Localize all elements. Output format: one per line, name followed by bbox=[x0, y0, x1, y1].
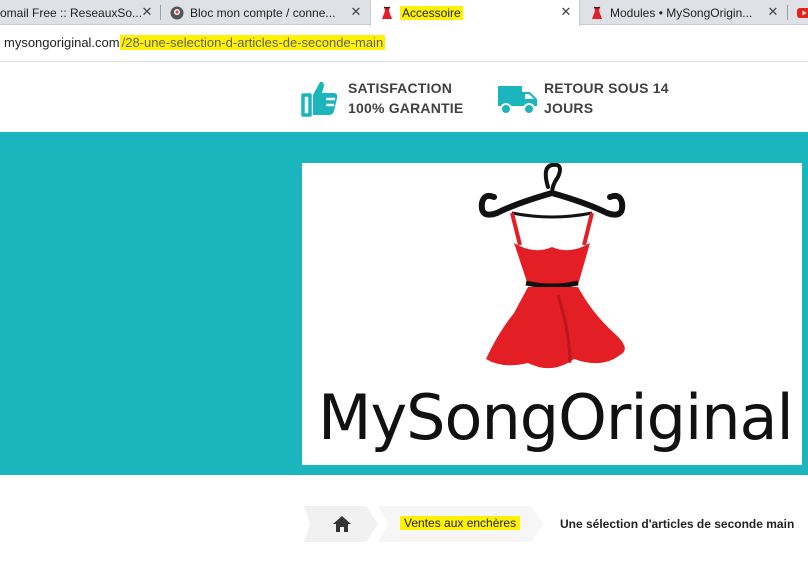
tab-accessoire[interactable]: Accessoire ✕ bbox=[370, 0, 580, 26]
url-domain: mysongoriginal.com bbox=[4, 35, 120, 50]
tab-free-mail[interactable]: omail Free :: ReseauxSo... ✕ bbox=[0, 0, 160, 25]
tab-modules[interactable]: Modules • MySongOrigin... ✕ bbox=[581, 0, 786, 25]
thumbs-up-icon bbox=[300, 78, 340, 118]
breadcrumb-home[interactable] bbox=[304, 506, 378, 542]
address-bar[interactable]: mysongoriginal.com/28-une-selection-d-ar… bbox=[0, 26, 808, 62]
breadcrumb-ventes-aux-encheres[interactable]: Ventes aux enchères bbox=[378, 506, 544, 542]
close-icon[interactable]: ✕ bbox=[140, 5, 154, 19]
dress-favicon-icon bbox=[590, 6, 604, 20]
reassurance-return: RETOUR SOUS 14 JOURS bbox=[497, 78, 669, 118]
close-icon[interactable]: ✕ bbox=[766, 5, 780, 19]
site-logo[interactable]: MySongOriginal bbox=[302, 163, 802, 465]
breadcrumb-label: Ventes aux enchères bbox=[400, 516, 521, 530]
reassurance-strip: SATISFACTION 100% GARANTIE RETOUR SOUS 1… bbox=[0, 62, 808, 132]
dress-hanger-logo-icon bbox=[478, 163, 626, 369]
youtube-favicon-icon[interactable] bbox=[797, 6, 808, 18]
reassurance-line: SATISFACTION bbox=[348, 80, 453, 96]
tab-label: omail Free :: ReseauxSo... bbox=[0, 5, 143, 20]
tab-bloc-mon-compte[interactable]: Bloc mon compte / conne... ✕ bbox=[161, 0, 369, 25]
dress-favicon-icon bbox=[380, 6, 394, 20]
close-icon[interactable]: ✕ bbox=[559, 5, 573, 19]
url-field[interactable]: mysongoriginal.com/28-une-selection-d-ar… bbox=[4, 35, 386, 50]
tab-label: Bloc mon compte / conne... bbox=[190, 5, 336, 20]
logo-wordmark: MySongOriginal bbox=[318, 381, 794, 454]
reassurance-satisfaction: SATISFACTION 100% GARANTIE bbox=[300, 78, 463, 118]
reassurance-line: RETOUR SOUS 14 bbox=[544, 80, 669, 96]
close-icon[interactable]: ✕ bbox=[349, 5, 363, 19]
home-icon bbox=[332, 515, 352, 533]
reassurance-line: 100% GARANTIE bbox=[348, 100, 464, 116]
header-banner: MySongOriginal bbox=[0, 132, 808, 475]
url-path: /28-une-selection-d-articles-de-seconde-… bbox=[119, 35, 386, 50]
reassurance-line: JOURS bbox=[544, 100, 594, 116]
truck-icon bbox=[497, 78, 539, 118]
breadcrumb-current: Une sélection d'articles de seconde main bbox=[560, 517, 795, 531]
tab-label: Accessoire bbox=[400, 6, 463, 20]
tab-label: Modules • MySongOrigin... bbox=[610, 5, 753, 20]
tab-separator bbox=[787, 5, 788, 20]
tab-strip: omail Free :: ReseauxSo... ✕ Bloc mon co… bbox=[0, 0, 808, 26]
github-favicon-icon bbox=[170, 6, 184, 20]
